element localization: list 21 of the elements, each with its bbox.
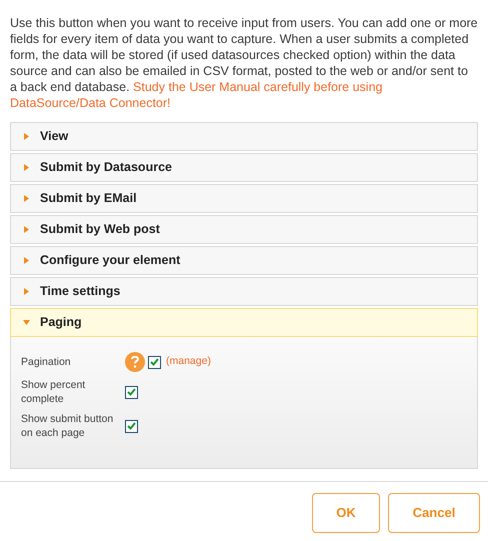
checkbox[interactable] — [125, 420, 138, 432]
section-header[interactable]: Submit by EMail — [10, 184, 478, 213]
section-header[interactable]: Submit by Web post — [10, 215, 478, 244]
field-label: Show percent complete — [21, 378, 86, 406]
checkbox[interactable] — [125, 386, 138, 398]
caret-right-icon — [23, 257, 30, 264]
caret-right-icon — [23, 133, 30, 140]
caret-right-icon — [23, 164, 30, 171]
checkbox[interactable] — [148, 356, 161, 368]
caret-right-icon — [23, 226, 30, 233]
section-header[interactable]: Configure your element — [10, 246, 478, 275]
intro-text: Use this button when you want to receive input from users. You can add one or more fields for every item of data you want to capture. When a user submits a completed form, the data will be stored (if used datasources checked option) within the data source and can also be emailed in CSV format, posted to the web or and/or sent to a back end database. Study the User Manual carefully before using DataSource/Data Connector! — [9, 15, 479, 111]
field-label: Pagination — [21, 355, 72, 369]
caret-right-icon — [23, 288, 30, 295]
section-header[interactable]: Submit by Datasource — [10, 153, 478, 182]
caret-down-icon — [23, 319, 30, 326]
section-header[interactable]: View — [10, 122, 478, 151]
caret-right-icon — [23, 195, 30, 202]
section-header[interactable]: Paging — [10, 308, 478, 337]
section-header[interactable]: Time settings — [10, 277, 478, 306]
field-label: Show submit button on each page — [21, 412, 114, 440]
